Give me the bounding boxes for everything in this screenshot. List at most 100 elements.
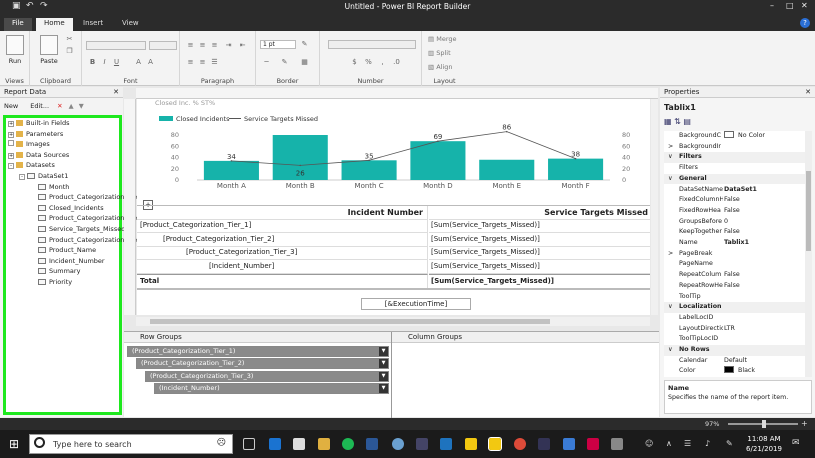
justify-icon[interactable]: ≡ [186, 58, 195, 66]
panel-close-icon[interactable]: ✕ [113, 88, 119, 96]
property-row[interactable]: LayoutDirectio LTR [664, 324, 805, 335]
property-row[interactable]: ToolTip [664, 292, 805, 303]
split-button[interactable]: ▥ Split [428, 49, 451, 57]
tab-insert[interactable]: Insert [75, 18, 111, 31]
tablix-header-service-targets[interactable]: Service Targets Missed [429, 206, 650, 220]
tree-item[interactable]: - DataSet1 [19, 171, 68, 181]
move-down-icon[interactable]: ▼ [79, 102, 84, 110]
spotify-icon[interactable] [342, 438, 354, 450]
tree-item[interactable]: Product_Name [30, 245, 96, 255]
indent-icon[interactable]: ⇥ [224, 41, 233, 49]
property-row[interactable]: Calendar Default [664, 356, 805, 367]
delete-icon[interactable]: ✕ [57, 102, 62, 110]
move-up-icon[interactable]: ▲ [69, 102, 74, 110]
row-group-dropdown-icon[interactable]: ▼ [379, 371, 388, 381]
tablix-value-cell[interactable]: [Sum(Service_Targets_Missed)] [429, 219, 650, 233]
tree-item[interactable]: - Datasets [8, 160, 55, 170]
cut-icon[interactable]: ✂ [65, 35, 74, 43]
pen-tray-icon[interactable]: ✎ [726, 439, 733, 448]
power-bi-icon[interactable] [465, 438, 477, 450]
collapse-icon[interactable]: ∨ [668, 174, 673, 185]
property-row[interactable]: > BackgroundIr [664, 142, 805, 153]
zoom-slider[interactable] [728, 420, 798, 428]
property-category[interactable]: ∨ Filters [664, 152, 805, 164]
tree-item[interactable]: Incident_Number [30, 256, 105, 266]
property-row[interactable]: LabelLocID [664, 313, 805, 324]
network-icon[interactable]: ☰ [684, 439, 691, 448]
task-view-icon[interactable] [243, 438, 255, 450]
windows-start-icon[interactable]: ⊞ [9, 437, 19, 451]
tablix-value-cell[interactable]: [Sum(Service_Targets_Missed)] [429, 233, 650, 247]
tablix[interactable]: Incident Number Service Targets Missed [… [137, 205, 650, 289]
app-icon-dark[interactable] [538, 438, 550, 450]
property-row[interactable]: BackgroundC No Color [664, 131, 805, 142]
report-data-tree[interactable]: + Built-in Fields + Parameters Images + Data S… [3, 115, 147, 415]
align-left-icon[interactable]: ≡ [186, 41, 195, 49]
tree-item[interactable]: Images [8, 139, 50, 149]
tree-item[interactable]: + Parameters [8, 129, 63, 139]
zoom-in-icon[interactable]: + [801, 419, 808, 428]
property-row[interactable]: > PageBreak [664, 249, 805, 260]
chrome-icon[interactable] [514, 438, 526, 450]
tablix-value-cell[interactable]: [Sum(Service_Targets_Missed)] [429, 260, 650, 275]
tablix-row-group-cell[interactable]: [Product_Categorization_Tier_1] [137, 219, 428, 233]
row-group-dropdown-icon[interactable]: ▼ [379, 359, 388, 369]
property-row[interactable]: ToolTipLocID [664, 334, 805, 345]
app-icon-red[interactable] [587, 438, 599, 450]
tree-item[interactable]: Summary [30, 266, 80, 276]
minimize-icon[interactable]: – [770, 1, 774, 10]
row-group-item[interactable]: (Product_Categorization_Tier_3) ▼ [145, 370, 389, 382]
word-icon[interactable] [366, 438, 378, 450]
property-row[interactable]: GroupsBefore 0 [664, 217, 805, 228]
expand-icon[interactable]: + [8, 131, 14, 138]
merge-button[interactable]: ▤ Merge [428, 35, 457, 43]
tree-item[interactable]: Month [30, 182, 69, 192]
collapse-icon[interactable]: ∨ [668, 302, 673, 313]
edge-icon[interactable] [269, 438, 281, 450]
property-category[interactable]: ∨ No Rows [664, 345, 805, 356]
properties-grid[interactable]: BackgroundC No Color > BackgroundIr ∨ Filters… [664, 131, 805, 377]
font-family-combo[interactable] [86, 41, 146, 50]
app-icon-globe[interactable] [392, 438, 404, 450]
chart[interactable]: Closed Incidents Service Targets Missed 0 0… [137, 107, 650, 199]
align-center-icon[interactable]: ≡ [198, 41, 207, 49]
property-row[interactable]: FixedRowHea False [664, 206, 805, 217]
font-grow-icon[interactable]: A [134, 58, 143, 66]
property-category[interactable]: ∨ Localization [664, 302, 805, 313]
expand-icon[interactable]: > [668, 249, 673, 260]
clock[interactable]: 11:08 AM 6/21/2019 [744, 434, 784, 454]
design-canvas[interactable]: Closed Inc. % ST% Closed Incidents Servic… [137, 99, 650, 315]
collapse-icon[interactable]: - [8, 163, 14, 170]
close-icon[interactable]: ✕ [801, 1, 808, 10]
row-group-item[interactable]: (Product_Categorization_Tier_2) ▼ [136, 358, 389, 370]
expand-icon[interactable]: + [8, 121, 14, 127]
percent-icon[interactable]: % [364, 58, 373, 66]
report-builder-icon[interactable] [488, 437, 502, 451]
alphabetical-icon[interactable]: ⇅ [674, 117, 681, 126]
properties-scrollbar[interactable] [805, 131, 812, 377]
decimal-icon[interactable]: .0 [392, 58, 401, 66]
execution-time-textbox[interactable]: [&ExecutionTime] [361, 298, 471, 310]
border-color-icon[interactable]: ✎ [300, 40, 309, 48]
tray-chevron-icon[interactable]: ∧ [666, 439, 672, 448]
align-button[interactable]: ▧ Align [428, 63, 453, 71]
font-size-combo[interactable] [149, 41, 177, 50]
app-icon-blue[interactable] [440, 438, 452, 450]
tree-item[interactable]: Service_Targets_Missed [30, 224, 125, 234]
property-row[interactable]: KeepTogether False [664, 227, 805, 238]
tab-file[interactable]: File [4, 18, 32, 31]
pen-icon[interactable]: ✎ [280, 58, 289, 66]
border-width-combo[interactable]: 1 pt [260, 40, 296, 49]
tablix-row-group-cell[interactable]: [Product_Categorization_Tier_3] [137, 246, 428, 261]
currency-icon[interactable]: $ [350, 58, 359, 66]
list-icon[interactable]: ☰ [210, 58, 219, 66]
border-style-icon[interactable]: ─ [262, 58, 271, 66]
tablix-row-group-cell[interactable]: [Product_Categorization_Tier_2] [137, 232, 428, 247]
font-shrink-icon[interactable]: A [146, 58, 155, 66]
collapse-icon[interactable]: ∨ [668, 345, 673, 356]
outdent-icon[interactable]: ⇤ [238, 41, 247, 49]
tablix-total-value[interactable]: [Sum(Service_Targets_Missed)] [429, 274, 650, 289]
volume-icon[interactable]: ♪ [705, 439, 710, 448]
italic-icon[interactable]: I [100, 58, 109, 66]
property-category[interactable]: ∨ General [664, 173, 805, 185]
